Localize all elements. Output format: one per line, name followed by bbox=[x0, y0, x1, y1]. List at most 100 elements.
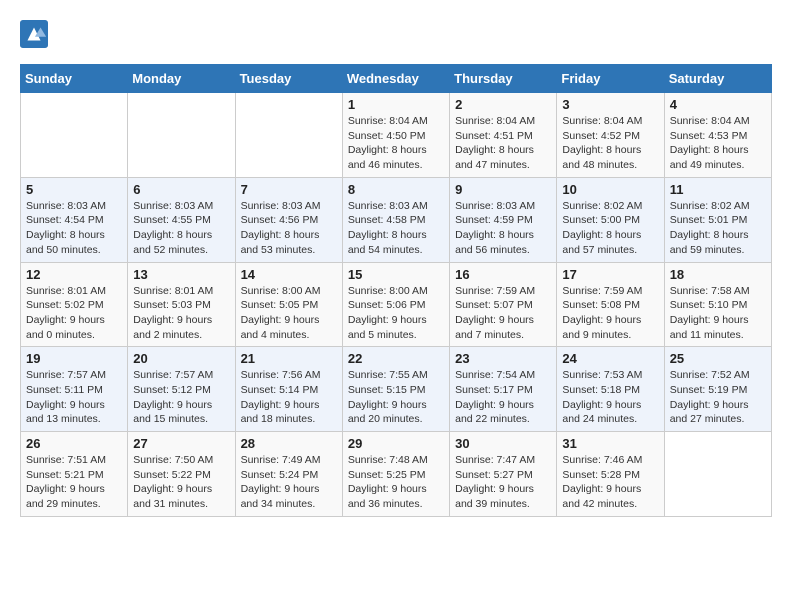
day-info: Sunrise: 7:53 AMSunset: 5:18 PMDaylight:… bbox=[562, 368, 658, 427]
day-number: 24 bbox=[562, 351, 658, 366]
day-number: 4 bbox=[670, 97, 766, 112]
day-info: Sunrise: 7:47 AMSunset: 5:27 PMDaylight:… bbox=[455, 453, 551, 512]
day-info: Sunrise: 8:02 AMSunset: 5:01 PMDaylight:… bbox=[670, 199, 766, 258]
calendar-week-row: 12 Sunrise: 8:01 AMSunset: 5:02 PMDayligh… bbox=[21, 262, 772, 347]
day-info: Sunrise: 7:50 AMSunset: 5:22 PMDaylight:… bbox=[133, 453, 229, 512]
calendar-cell bbox=[21, 93, 128, 178]
calendar-week-row: 1 Sunrise: 8:04 AMSunset: 4:50 PMDaylight… bbox=[21, 93, 772, 178]
logo bbox=[20, 20, 52, 48]
day-info: Sunrise: 7:56 AMSunset: 5:14 PMDaylight:… bbox=[241, 368, 337, 427]
page-header bbox=[20, 20, 772, 48]
day-number: 2 bbox=[455, 97, 551, 112]
day-info: Sunrise: 8:03 AMSunset: 4:54 PMDaylight:… bbox=[26, 199, 122, 258]
day-info: Sunrise: 8:03 AMSunset: 4:55 PMDaylight:… bbox=[133, 199, 229, 258]
calendar-cell: 2 Sunrise: 8:04 AMSunset: 4:51 PMDaylight… bbox=[450, 93, 557, 178]
weekday-header: Thursday bbox=[450, 65, 557, 93]
day-info: Sunrise: 7:57 AMSunset: 5:12 PMDaylight:… bbox=[133, 368, 229, 427]
calendar-cell: 23Sunrise: 7:54 AMSunset: 5:17 PMDayligh… bbox=[450, 347, 557, 432]
day-number: 20 bbox=[133, 351, 229, 366]
day-number: 19 bbox=[26, 351, 122, 366]
day-number: 30 bbox=[455, 436, 551, 451]
calendar-cell: 12 Sunrise: 8:01 AMSunset: 5:02 PMDayligh… bbox=[21, 262, 128, 347]
day-number: 29 bbox=[348, 436, 444, 451]
calendar-cell: 28 Sunrise: 7:49 AMSunset: 5:24 PMDayligh… bbox=[235, 432, 342, 517]
day-info: Sunrise: 7:49 AMSunset: 5:24 PMDaylight:… bbox=[241, 453, 337, 512]
day-number: 15 bbox=[348, 267, 444, 282]
calendar-cell: 21 Sunrise: 7:56 AMSunset: 5:14 PMDayligh… bbox=[235, 347, 342, 432]
calendar-cell: 13Sunrise: 8:01 AMSunset: 5:03 PMDayligh… bbox=[128, 262, 235, 347]
day-number: 25 bbox=[670, 351, 766, 366]
day-info: Sunrise: 8:03 AMSunset: 4:56 PMDaylight:… bbox=[241, 199, 337, 258]
day-info: Sunrise: 7:46 AMSunset: 5:28 PMDaylight:… bbox=[562, 453, 658, 512]
calendar-cell bbox=[128, 93, 235, 178]
calendar-table: SundayMondayTuesdayWednesdayThursdayFrid… bbox=[20, 64, 772, 517]
day-info: Sunrise: 7:57 AMSunset: 5:11 PMDaylight:… bbox=[26, 368, 122, 427]
day-number: 28 bbox=[241, 436, 337, 451]
calendar-cell: 15 Sunrise: 8:00 AMSunset: 5:06 PMDayligh… bbox=[342, 262, 449, 347]
day-info: Sunrise: 7:48 AMSunset: 5:25 PMDaylight:… bbox=[348, 453, 444, 512]
calendar-cell: 11 Sunrise: 8:02 AMSunset: 5:01 PMDayligh… bbox=[664, 177, 771, 262]
day-number: 3 bbox=[562, 97, 658, 112]
calendar-week-row: 26Sunrise: 7:51 AMSunset: 5:21 PMDayligh… bbox=[21, 432, 772, 517]
calendar-cell: 4 Sunrise: 8:04 AMSunset: 4:53 PMDaylight… bbox=[664, 93, 771, 178]
day-info: Sunrise: 8:03 AMSunset: 4:59 PMDaylight:… bbox=[455, 199, 551, 258]
day-info: Sunrise: 7:54 AMSunset: 5:17 PMDaylight:… bbox=[455, 368, 551, 427]
weekday-header: Tuesday bbox=[235, 65, 342, 93]
day-number: 1 bbox=[348, 97, 444, 112]
day-number: 21 bbox=[241, 351, 337, 366]
day-number: 7 bbox=[241, 182, 337, 197]
calendar-cell: 14 Sunrise: 8:00 AMSunset: 5:05 PMDayligh… bbox=[235, 262, 342, 347]
calendar-cell: 16Sunrise: 7:59 AMSunset: 5:07 PMDayligh… bbox=[450, 262, 557, 347]
day-info: Sunrise: 7:58 AMSunset: 5:10 PMDaylight:… bbox=[670, 284, 766, 343]
calendar-cell: 5 Sunrise: 8:03 AMSunset: 4:54 PMDaylight… bbox=[21, 177, 128, 262]
calendar-week-row: 5 Sunrise: 8:03 AMSunset: 4:54 PMDaylight… bbox=[21, 177, 772, 262]
weekday-header: Wednesday bbox=[342, 65, 449, 93]
day-info: Sunrise: 7:55 AMSunset: 5:15 PMDaylight:… bbox=[348, 368, 444, 427]
weekday-header-row: SundayMondayTuesdayWednesdayThursdayFrid… bbox=[21, 65, 772, 93]
calendar-cell: 29 Sunrise: 7:48 AMSunset: 5:25 PMDayligh… bbox=[342, 432, 449, 517]
weekday-header: Sunday bbox=[21, 65, 128, 93]
day-number: 6 bbox=[133, 182, 229, 197]
calendar-cell: 6 Sunrise: 8:03 AMSunset: 4:55 PMDaylight… bbox=[128, 177, 235, 262]
day-number: 22 bbox=[348, 351, 444, 366]
day-info: Sunrise: 7:59 AMSunset: 5:07 PMDaylight:… bbox=[455, 284, 551, 343]
day-number: 18 bbox=[670, 267, 766, 282]
day-info: Sunrise: 8:04 AMSunset: 4:53 PMDaylight:… bbox=[670, 114, 766, 173]
day-number: 11 bbox=[670, 182, 766, 197]
day-info: Sunrise: 8:00 AMSunset: 5:06 PMDaylight:… bbox=[348, 284, 444, 343]
calendar-cell: 10 Sunrise: 8:02 AMSunset: 5:00 PMDayligh… bbox=[557, 177, 664, 262]
weekday-header: Friday bbox=[557, 65, 664, 93]
calendar-week-row: 19 Sunrise: 7:57 AMSunset: 5:11 PMDayligh… bbox=[21, 347, 772, 432]
day-number: 17 bbox=[562, 267, 658, 282]
calendar-cell: 20 Sunrise: 7:57 AMSunset: 5:12 PMDayligh… bbox=[128, 347, 235, 432]
calendar-cell: 17 Sunrise: 7:59 AMSunset: 5:08 PMDayligh… bbox=[557, 262, 664, 347]
day-number: 12 bbox=[26, 267, 122, 282]
day-info: Sunrise: 8:01 AMSunset: 5:02 PMDaylight:… bbox=[26, 284, 122, 343]
day-info: Sunrise: 8:04 AMSunset: 4:51 PMDaylight:… bbox=[455, 114, 551, 173]
calendar-cell: 8 Sunrise: 8:03 AMSunset: 4:58 PMDaylight… bbox=[342, 177, 449, 262]
weekday-header: Saturday bbox=[664, 65, 771, 93]
calendar-cell: 31 Sunrise: 7:46 AMSunset: 5:28 PMDayligh… bbox=[557, 432, 664, 517]
calendar-cell: 26Sunrise: 7:51 AMSunset: 5:21 PMDayligh… bbox=[21, 432, 128, 517]
day-number: 14 bbox=[241, 267, 337, 282]
calendar-cell: 19 Sunrise: 7:57 AMSunset: 5:11 PMDayligh… bbox=[21, 347, 128, 432]
day-info: Sunrise: 8:02 AMSunset: 5:00 PMDaylight:… bbox=[562, 199, 658, 258]
calendar-cell bbox=[235, 93, 342, 178]
day-number: 13 bbox=[133, 267, 229, 282]
day-number: 9 bbox=[455, 182, 551, 197]
day-number: 26 bbox=[26, 436, 122, 451]
calendar-cell: 22 Sunrise: 7:55 AMSunset: 5:15 PMDayligh… bbox=[342, 347, 449, 432]
day-number: 5 bbox=[26, 182, 122, 197]
logo-icon bbox=[20, 20, 48, 48]
day-info: Sunrise: 8:04 AMSunset: 4:50 PMDaylight:… bbox=[348, 114, 444, 173]
day-number: 27 bbox=[133, 436, 229, 451]
day-info: Sunrise: 7:52 AMSunset: 5:19 PMDaylight:… bbox=[670, 368, 766, 427]
calendar-cell: 3Sunrise: 8:04 AMSunset: 4:52 PMDaylight… bbox=[557, 93, 664, 178]
calendar-cell bbox=[664, 432, 771, 517]
day-number: 8 bbox=[348, 182, 444, 197]
day-info: Sunrise: 8:00 AMSunset: 5:05 PMDaylight:… bbox=[241, 284, 337, 343]
day-number: 10 bbox=[562, 182, 658, 197]
day-number: 31 bbox=[562, 436, 658, 451]
day-info: Sunrise: 8:03 AMSunset: 4:58 PMDaylight:… bbox=[348, 199, 444, 258]
day-info: Sunrise: 7:59 AMSunset: 5:08 PMDaylight:… bbox=[562, 284, 658, 343]
